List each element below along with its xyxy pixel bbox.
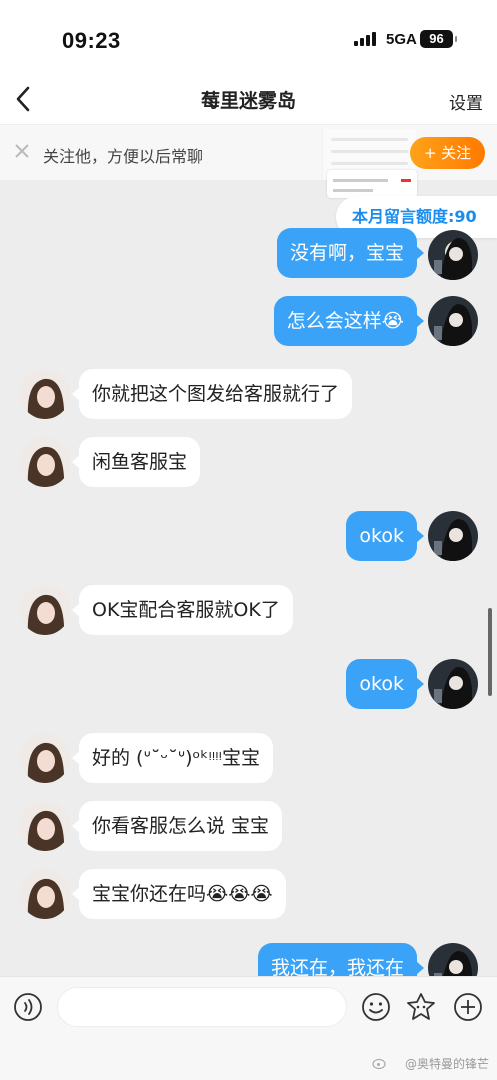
plus-icon[interactable] [453, 992, 483, 1022]
network-label: 5GA [386, 31, 417, 48]
contact-avatar[interactable] [20, 869, 70, 919]
status-bar: 09:23 5GA 96 [0, 0, 497, 78]
follow-banner: 关注他，方便以后常聊 + 关注 [0, 124, 497, 180]
contact-avatar[interactable] [20, 733, 70, 783]
message-bubble-received[interactable]: 你就把这个图发给客服就行了 [71, 369, 353, 419]
emoji-icon[interactable] [361, 992, 391, 1022]
self-avatar[interactable] [428, 296, 478, 346]
screenshot-thumbnail[interactable] [327, 170, 417, 198]
chat-title: 莓里迷雾岛 [200, 90, 296, 112]
nav-bar: 莓里迷雾岛 设置 [0, 78, 497, 124]
status-time: 09:23 [62, 28, 121, 53]
voice-icon[interactable] [13, 992, 43, 1022]
contact-avatar[interactable] [20, 369, 70, 419]
message-bubble-received[interactable]: 好的 (ᐡ˘ᵕ˘ᐡ)ᵒᵏᵎᵎᵎᵎ宝宝 [71, 733, 274, 783]
self-avatar[interactable] [428, 230, 478, 280]
message-bubble-received[interactable]: 你看客服怎么说 宝宝 [71, 801, 283, 851]
close-icon[interactable] [12, 141, 32, 161]
contact-avatar[interactable] [20, 801, 70, 851]
contact-avatar[interactable] [20, 585, 70, 635]
sticker-icon[interactable] [406, 992, 436, 1022]
message-bubble-received[interactable]: OK宝配合客服就OK了 [72, 585, 293, 635]
settings-button[interactable]: 设置 [449, 89, 483, 114]
battery-icon: 96 [420, 30, 457, 48]
message-bubble-sent[interactable]: 怎么会这样😭 [273, 296, 425, 346]
contact-avatar[interactable] [20, 437, 70, 487]
message-bubble-sent[interactable]: okok [346, 659, 424, 709]
weibo-logo-icon [372, 1058, 386, 1069]
self-avatar[interactable] [428, 659, 478, 709]
message-bubble-received[interactable]: 闲鱼客服宝 [71, 437, 201, 487]
input-bar: @奥特曼的锋芒 [0, 976, 497, 1080]
message-bubble-received[interactable]: 宝宝你还在吗😭😭😭 [72, 869, 286, 919]
message-bubble-sent[interactable]: 没有啊，宝宝 [276, 228, 425, 278]
follow-button[interactable]: + 关注 [410, 137, 485, 169]
self-avatar[interactable] [428, 511, 478, 561]
message-input[interactable] [57, 987, 347, 1027]
scrollbar[interactable] [488, 608, 492, 696]
watermark: @奥特曼的锋芒 [404, 1057, 489, 1071]
follow-hint: 关注他，方便以后常聊 [43, 147, 204, 166]
signal-icon [354, 32, 380, 46]
message-bubble-sent[interactable]: okok [346, 511, 424, 561]
